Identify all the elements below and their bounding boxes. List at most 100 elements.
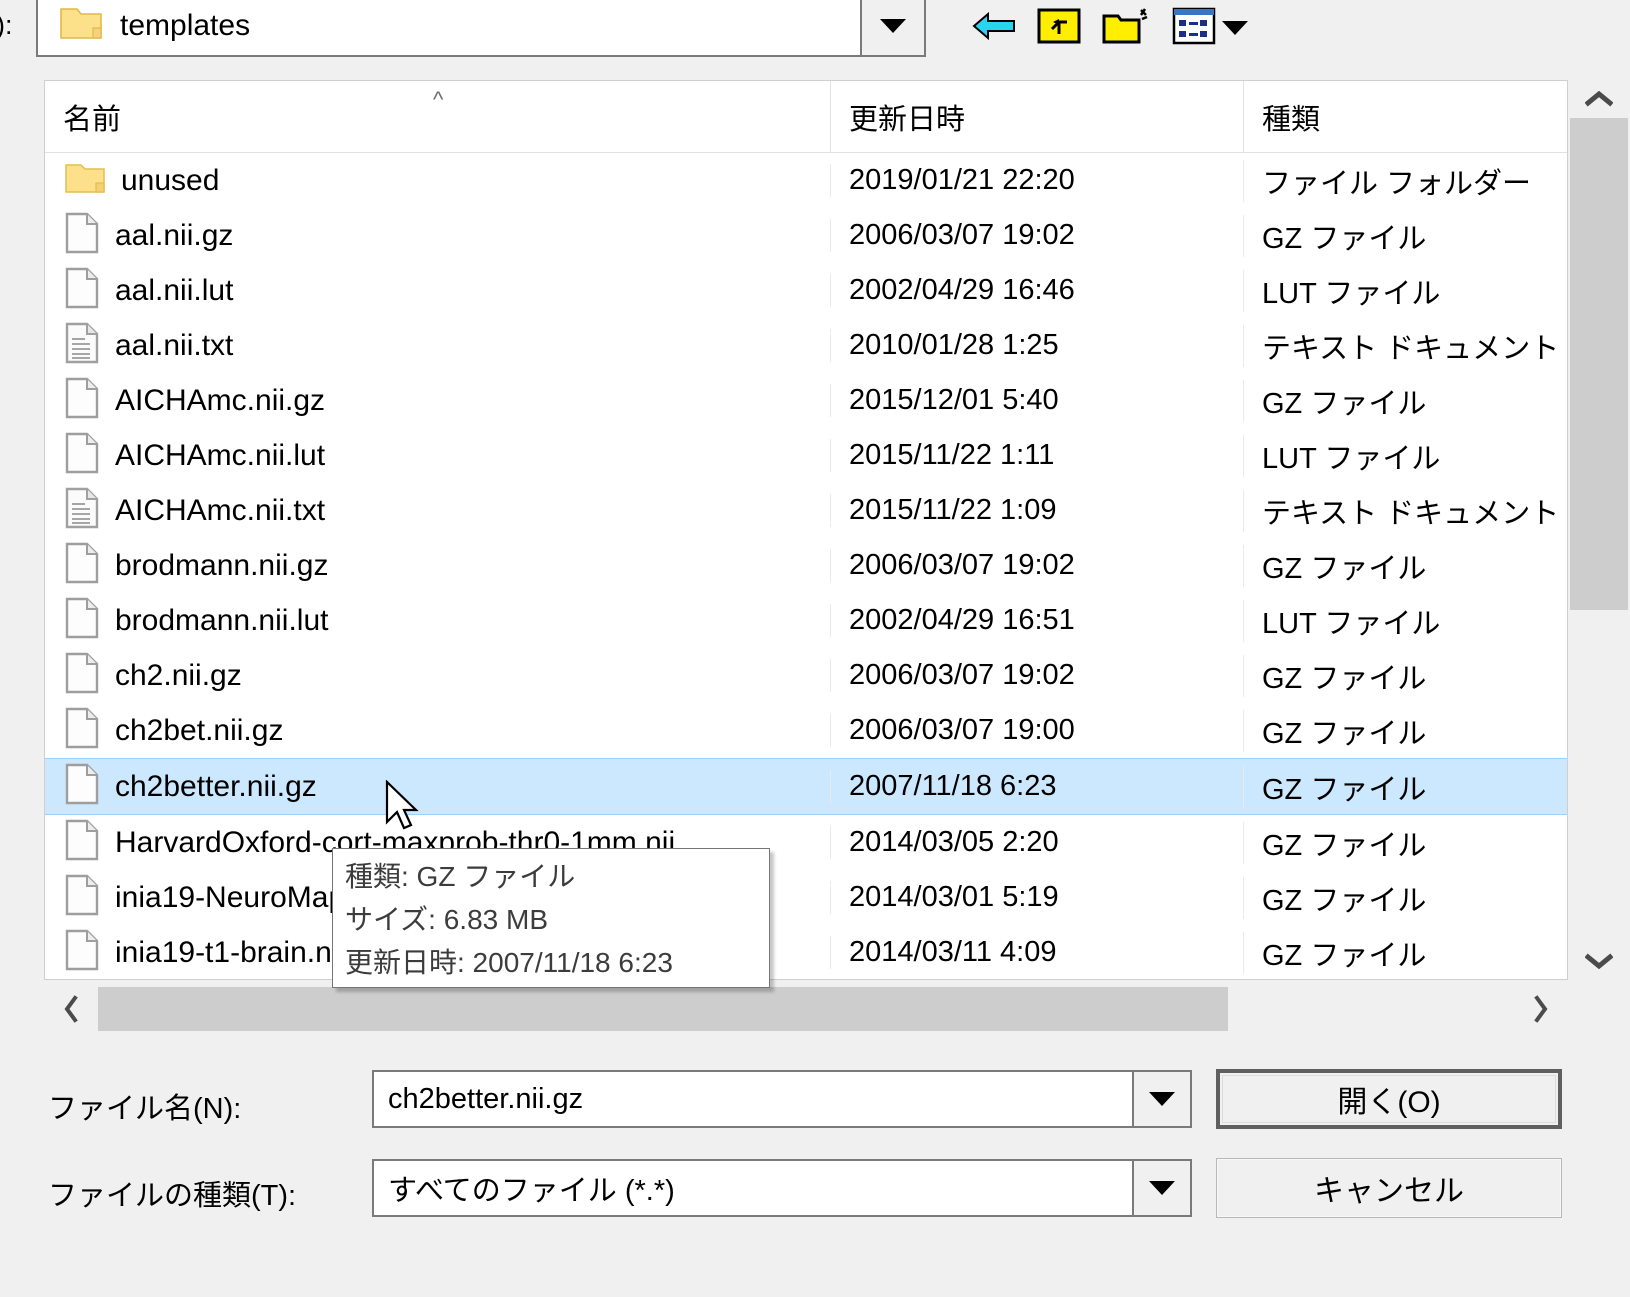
file-name-label: aal.nii.gz [115, 218, 234, 252]
file-name-cell[interactable]: aal.nii.gz [45, 212, 830, 259]
file-name-cell[interactable]: aal.nii.lut [45, 267, 830, 314]
chevron-down-icon [1149, 1181, 1175, 1195]
file-type-cell: GZ ファイル [1243, 544, 1567, 587]
table-row[interactable]: brodmann.nii.lut 2002/04/29 16:51 LUT ファイル [45, 593, 1567, 648]
file-name-label: brodmann.nii.lut [115, 603, 329, 637]
column-header-type-label: 種類 [1262, 104, 1321, 136]
table-row[interactable]: AICHAmc.nii.lut 2015/11/22 1:11 LUT ファイル [45, 428, 1567, 483]
filename-dropdown-arrow[interactable] [1132, 1072, 1190, 1126]
tooltip-size-line: サイズ: 6.83 MB [345, 904, 548, 935]
filetype-combobox[interactable]: すべてのファイル (*.*) [372, 1159, 1192, 1217]
file-name-cell[interactable]: ch2.nii.gz [45, 652, 830, 699]
cancel-button[interactable]: キャンセル [1216, 1158, 1562, 1218]
scroll-left-button[interactable] [44, 985, 98, 1033]
file-list-view: 名前 ^ 更新日時 種類 unused 2019/01/21 22:20 ファイル … [44, 80, 1568, 980]
file-rows-container: unused 2019/01/21 22:20 ファイル フォルダー aal.nii.… [45, 153, 1567, 980]
new-folder-button[interactable] [1098, 0, 1154, 56]
dialog-toolbar-area: ): templates [0, 0, 1630, 57]
file-icon [65, 432, 99, 479]
file-type-cell: LUT ファイル [1243, 434, 1567, 477]
views-button[interactable] [1166, 0, 1222, 56]
vertical-scrollbar[interactable] [1568, 80, 1630, 980]
file-name-label: ch2better.nii.gz [115, 769, 317, 803]
open-button[interactable]: 開く(O) [1216, 1069, 1562, 1129]
scroll-right-button[interactable] [1514, 985, 1568, 1033]
table-row[interactable]: AICHAmc.nii.gz 2015/12/01 5:40 GZ ファイル [45, 373, 1567, 428]
file-date-cell: 2006/03/07 19:02 [830, 549, 1243, 582]
views-dropdown-arrow[interactable] [1218, 0, 1252, 56]
file-name-label: AICHAmc.nii.txt [115, 493, 326, 527]
file-icon [65, 929, 99, 976]
up-one-level-button[interactable] [1031, 0, 1087, 56]
file-type-cell: GZ ファイル [1243, 654, 1567, 697]
file-name-label: brodmann.nii.gz [115, 548, 329, 582]
table-row[interactable]: AICHAmc.nii.txt 2015/11/22 1:09 テキスト ドキュメン… [45, 483, 1567, 538]
file-name-label: ch2bet.nii.gz [115, 713, 284, 747]
column-header-name[interactable]: 名前 ^ [45, 81, 830, 153]
file-name-cell[interactable]: brodmann.nii.gz [45, 542, 830, 589]
filename-input-value[interactable]: ch2better.nii.gz [374, 1083, 583, 1116]
file-type-cell: GZ ファイル [1243, 379, 1567, 422]
file-name-label: ch2.nii.gz [115, 658, 242, 692]
table-row[interactable]: aal.nii.gz 2006/03/07 19:02 GZ ファイル [45, 208, 1567, 263]
filetype-dropdown-arrow[interactable] [1132, 1161, 1190, 1215]
file-name-cell[interactable]: AICHAmc.nii.lut [45, 432, 830, 479]
file-name-cell[interactable]: ch2bet.nii.gz [45, 707, 830, 754]
filetype-label: ファイルの種類(T): [48, 1180, 297, 1212]
horizontal-scrollbar-thumb[interactable] [98, 987, 1228, 1031]
table-row[interactable]: aal.nii.txt 2010/01/28 1:25 テキスト ドキュメント [45, 318, 1567, 373]
file-name-label: AICHAmc.nii.gz [115, 383, 326, 417]
look-in-combobox[interactable]: templates [36, 0, 926, 57]
file-type-cell: GZ ファイル [1243, 765, 1567, 808]
file-name-cell[interactable]: aal.nii.txt [45, 322, 830, 369]
up-folder-icon [1036, 6, 1082, 51]
table-row[interactable]: unused 2019/01/21 22:20 ファイル フォルダー [45, 153, 1567, 208]
file-date-cell: 2015/11/22 1:11 [830, 439, 1243, 472]
file-icon [65, 212, 99, 259]
file-date-cell: 2006/03/07 19:02 [830, 659, 1243, 692]
file-icon [65, 377, 99, 424]
file-date-cell: 2015/11/22 1:09 [830, 494, 1243, 527]
scroll-down-button[interactable] [1568, 942, 1630, 980]
views-list-icon [1172, 6, 1216, 51]
table-row[interactable]: ch2better.nii.gz 2007/11/18 6:23 GZ ファイル [45, 758, 1567, 815]
folder-icon [60, 6, 102, 45]
file-icon [65, 763, 99, 810]
column-header-row: 名前 ^ 更新日時 種類 [45, 81, 1567, 153]
text-document-icon [65, 487, 99, 534]
table-row[interactable]: inia19-NeuroMaps.nii.gz 2014/03/01 5:19 GZ… [45, 870, 1567, 925]
look-in-dropdown-arrow[interactable] [860, 0, 924, 55]
column-header-date-label: 更新日時 [849, 104, 966, 136]
table-row[interactable]: ch2.nii.gz 2006/03/07 19:02 GZ ファイル [45, 648, 1567, 703]
file-icon [65, 652, 99, 699]
filename-combobox[interactable]: ch2better.nii.gz [372, 1070, 1192, 1128]
file-type-cell: LUT ファイル [1243, 599, 1567, 642]
back-button[interactable] [966, 0, 1022, 56]
chevron-down-icon [1585, 953, 1613, 969]
table-row[interactable]: ch2bet.nii.gz 2006/03/07 19:00 GZ ファイル [45, 703, 1567, 758]
new-folder-icon [1101, 6, 1151, 51]
file-name-cell[interactable]: AICHAmc.nii.gz [45, 377, 830, 424]
file-name-cell[interactable]: unused [45, 162, 830, 199]
file-date-cell: 2002/04/29 16:51 [830, 604, 1243, 637]
table-row[interactable]: inia19-t1-brain.nii.gz 2014/03/11 4:09 GZ … [45, 925, 1567, 980]
column-header-type[interactable]: 種類 [1243, 81, 1567, 153]
chevron-down-icon [1222, 21, 1248, 35]
horizontal-scrollbar[interactable] [44, 985, 1568, 1033]
look-in-label: ): [0, 10, 13, 40]
vertical-scrollbar-thumb[interactable] [1570, 118, 1628, 610]
table-row[interactable]: HarvardOxford-cort-maxprob-thr0-1mm.nii.… [45, 815, 1567, 870]
file-name-label: aal.nii.txt [115, 328, 234, 362]
scroll-up-button[interactable] [1568, 80, 1630, 118]
file-icon [65, 267, 99, 314]
file-date-cell: 2002/04/29 16:46 [830, 274, 1243, 307]
file-name-cell[interactable]: ch2better.nii.gz [45, 763, 830, 810]
column-header-date[interactable]: 更新日時 [830, 81, 1243, 153]
file-name-label: unused [121, 163, 220, 197]
file-date-cell: 2006/03/07 19:00 [830, 714, 1243, 747]
file-name-cell[interactable]: brodmann.nii.lut [45, 597, 830, 644]
table-row[interactable]: aal.nii.lut 2002/04/29 16:46 LUT ファイル [45, 263, 1567, 318]
file-name-cell[interactable]: AICHAmc.nii.txt [45, 487, 830, 534]
file-info-tooltip: 種類: GZ ファイル サイズ: 6.83 MB 更新日時: 2007/11/1… [332, 848, 770, 988]
table-row[interactable]: brodmann.nii.gz 2006/03/07 19:02 GZ ファイル [45, 538, 1567, 593]
